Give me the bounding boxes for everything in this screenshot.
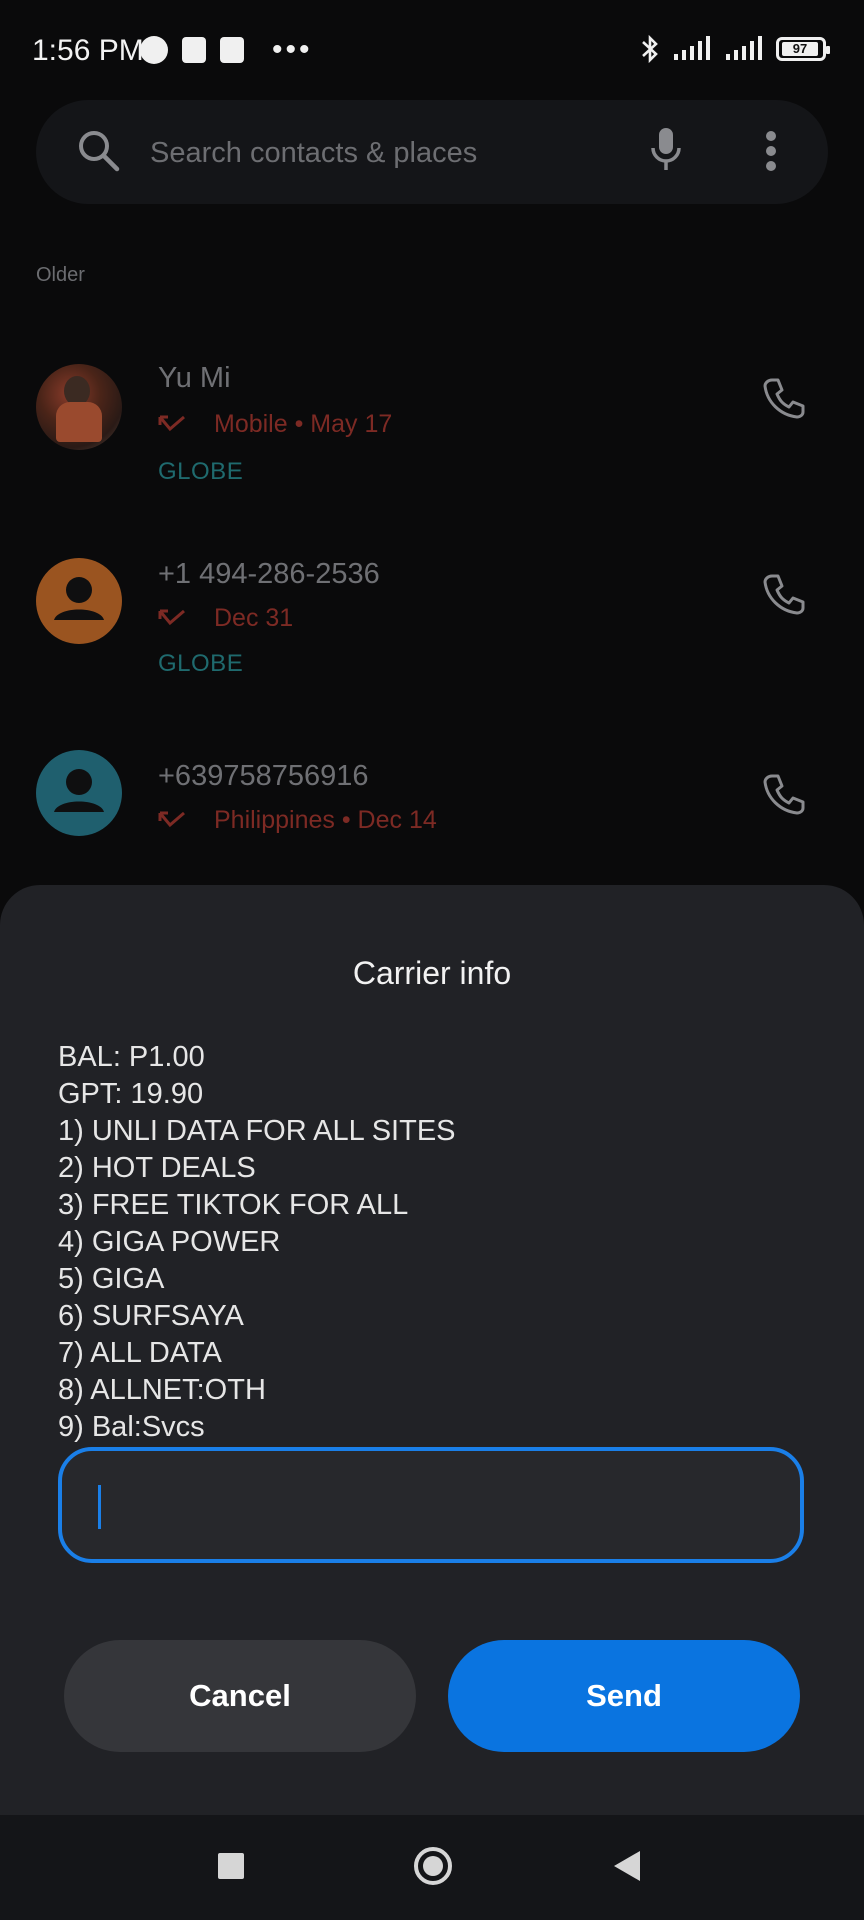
carrier-label: GLOBE (158, 650, 244, 677)
call-detail: Mobile • May 17 (158, 410, 392, 439)
call-name: Yu Mi (158, 362, 231, 394)
person-icon (54, 769, 104, 812)
avatar[interactable] (36, 750, 122, 836)
more-notifications-icon: ••• (272, 33, 313, 66)
ussd-message: BAL: P1.00 GPT: 19.90 1) UNLI DATA FOR A… (58, 1039, 456, 1446)
message-line: GPT: 19.90 (58, 1078, 204, 1110)
call-name: +1 494-286-2536 (158, 558, 380, 590)
person-icon (54, 577, 104, 620)
call-row[interactable]: +1 494-286-2536 Dec 31 GLOBE (0, 530, 864, 710)
recents-icon[interactable] (218, 1853, 244, 1879)
send-button[interactable]: Send (448, 1640, 800, 1752)
status-time: 1:56 PM (32, 34, 144, 67)
carrier-label: GLOBE (158, 458, 244, 485)
search-input[interactable] (148, 124, 652, 182)
notification-icons: ••• (140, 33, 313, 66)
call-detail-text: Dec 31 (214, 604, 294, 632)
carrier-info-dialog: Carrier info BAL: P1.00 GPT: 19.90 1) UN… (0, 885, 864, 1815)
avatar[interactable] (36, 558, 122, 644)
missed-call-icon (158, 811, 185, 827)
shop-icon (220, 37, 244, 63)
bluetooth-icon (642, 34, 658, 64)
trash-icon (182, 37, 206, 63)
call-detail-text: Philippines • Dec 14 (214, 806, 437, 834)
home-icon[interactable] (414, 1847, 452, 1885)
mic-icon[interactable] (648, 126, 684, 174)
search-bar[interactable] (36, 100, 828, 204)
message-line: 4) GIGA POWER (58, 1226, 281, 1258)
call-detail: Philippines • Dec 14 (158, 806, 437, 835)
missed-call-icon (158, 609, 185, 625)
call-name: +639758756916 (158, 760, 369, 792)
phone-icon[interactable] (762, 376, 806, 420)
message-line: BAL: P1.00 (58, 1041, 205, 1073)
call-detail: Dec 31 (158, 604, 293, 633)
section-label-older: Older (36, 264, 85, 286)
more-options-icon[interactable] (764, 130, 778, 172)
cancel-button[interactable]: Cancel (64, 1640, 416, 1752)
back-icon[interactable] (614, 1851, 640, 1881)
battery-icon: 97 (776, 37, 830, 61)
navigation-bar (0, 1815, 864, 1920)
call-row[interactable]: +639758756916 Philippines • Dec 14 (0, 730, 864, 910)
message-line: 5) GIGA (58, 1263, 165, 1295)
message-line: 9) Bal:Svcs (58, 1411, 205, 1443)
call-detail-text: Mobile • May 17 (214, 410, 393, 438)
missed-call-icon (158, 415, 185, 431)
status-bar: 1:56 PM ••• 97 (0, 0, 864, 100)
message-line: 2) HOT DEALS (58, 1152, 256, 1184)
message-line: 7) ALL DATA (58, 1337, 222, 1369)
message-line: 3) FREE TIKTOK FOR ALL (58, 1189, 409, 1221)
messenger-icon (140, 36, 168, 64)
signal-icon (726, 36, 762, 60)
message-line: 8) ALLNET:OTH (58, 1374, 266, 1406)
dialog-title: Carrier info (352, 955, 512, 991)
message-line: 6) SURFSAYA (58, 1300, 244, 1332)
message-line: 1) UNLI DATA FOR ALL SITES (58, 1115, 456, 1147)
reply-field[interactable] (58, 1447, 804, 1563)
phone-icon[interactable] (762, 572, 806, 616)
signal-icon (674, 36, 710, 60)
system-icons: 97 (640, 34, 830, 64)
phone-icon[interactable] (762, 772, 806, 816)
search-icon (79, 131, 120, 172)
call-row[interactable]: Yu Mi Mobile • May 17 GLOBE (0, 330, 864, 510)
reply-input[interactable] (92, 1471, 776, 1537)
avatar[interactable] (36, 364, 122, 450)
battery-level: 97 (782, 42, 818, 56)
